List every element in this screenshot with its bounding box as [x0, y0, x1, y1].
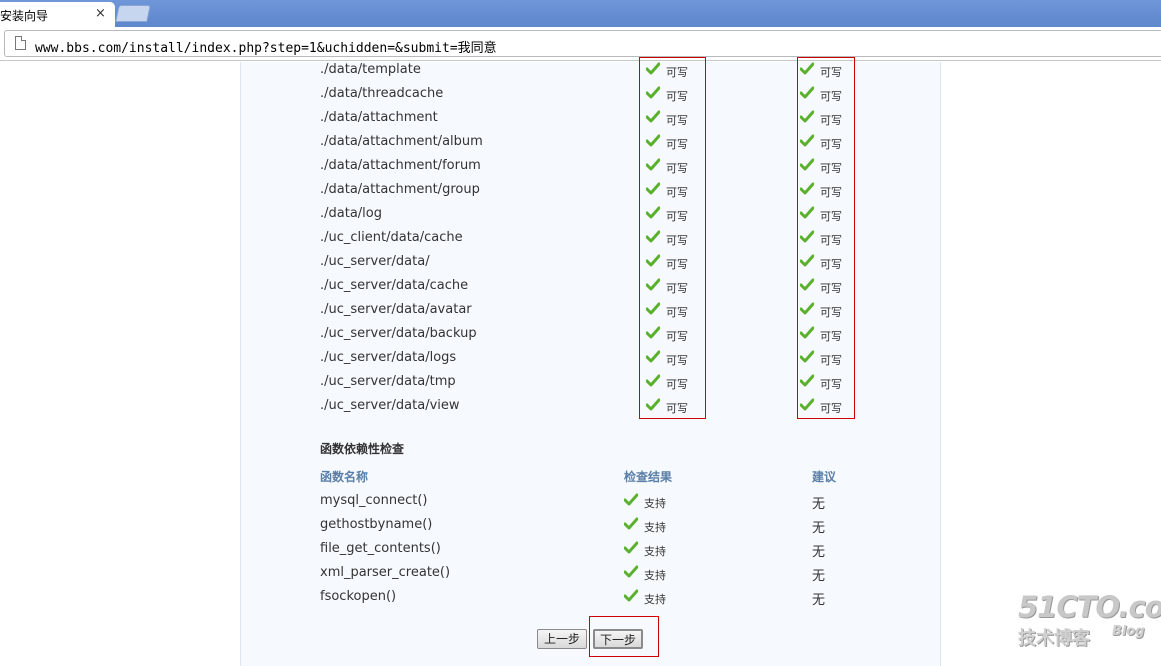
directory-path: ./uc_server/data/avatar — [320, 302, 472, 317]
function-result: 支持 — [624, 565, 666, 587]
check-icon — [624, 589, 638, 602]
watermark-brand: 51CTO.com — [1018, 590, 1161, 624]
directory-path: ./data/attachment/album — [320, 134, 483, 149]
result-text: 支持 — [644, 545, 666, 558]
result-text: 支持 — [644, 497, 666, 510]
header-check-result: 检查结果 — [624, 470, 673, 484]
url-text[interactable]: www.bbs.com/install/index.php?step=1&uch… — [35, 37, 497, 56]
result-text: 支持 — [644, 593, 666, 606]
directory-path: ./data/log — [320, 206, 382, 221]
function-advice: 无 — [812, 593, 826, 608]
browser-toolbar: www.bbs.com/install/index.php?step=1&uch… — [0, 27, 1161, 61]
directory-path: ./data/template — [320, 62, 421, 77]
directory-path: ./uc_server/data/view — [320, 398, 460, 413]
watermark-blog: Blog — [1112, 624, 1145, 639]
check-icon — [624, 541, 638, 554]
watermark-sub: 技术博客 — [1018, 628, 1090, 649]
check-icon — [624, 565, 638, 578]
function-name: mysql_connect() — [320, 493, 428, 508]
header-advice: 建议 — [812, 470, 837, 484]
header-function-name: 函数名称 — [320, 470, 369, 484]
function-advice: 无 — [812, 497, 826, 512]
check-icon — [624, 517, 638, 530]
address-bar[interactable]: www.bbs.com/install/index.php?step=1&uch… — [4, 30, 1161, 57]
function-name: fsockopen() — [320, 589, 397, 604]
directory-path: ./uc_server/data/cache — [320, 278, 469, 293]
directory-path: ./data/threadcache — [320, 86, 444, 101]
function-advice: 无 — [812, 569, 826, 584]
function-check-title: 函数依赖性检查 — [320, 442, 405, 456]
function-result: 支持 — [624, 589, 666, 611]
function-advice: 无 — [812, 545, 826, 560]
directory-path: ./data/attachment — [320, 110, 438, 125]
browser-tab-active[interactable]: 安装向导 × — [0, 2, 115, 27]
function-result: 支持 — [624, 541, 666, 563]
directory-path: ./uc_server/data/backup — [320, 326, 477, 341]
function-result: 支持 — [624, 517, 666, 539]
browser-tab-bar: 安装向导 × — [0, 0, 1161, 27]
directory-path: ./uc_client/data/cache — [320, 230, 463, 245]
directory-path: ./data/attachment/forum — [320, 158, 481, 173]
highlight-box-current — [639, 57, 706, 419]
directory-path: ./uc_server/data/tmp — [320, 374, 456, 389]
function-result: 支持 — [624, 493, 666, 515]
function-name: xml_parser_create() — [320, 565, 451, 580]
tab-close-icon[interactable]: × — [95, 6, 106, 21]
result-text: 支持 — [644, 521, 666, 534]
function-name: file_get_contents() — [320, 541, 441, 556]
directory-path: ./uc_server/data/logs — [320, 350, 457, 365]
check-icon — [624, 493, 638, 506]
directory-path: ./data/attachment/group — [320, 182, 480, 197]
highlight-box-required — [797, 57, 855, 419]
highlight-box-next — [589, 616, 659, 657]
tab-title: 安装向导 — [0, 9, 49, 23]
function-advice: 无 — [812, 521, 826, 536]
result-text: 支持 — [644, 569, 666, 582]
new-tab-button[interactable] — [115, 5, 151, 22]
prev-step-button[interactable]: 上一步 — [537, 629, 587, 649]
directory-path: ./uc_server/data/ — [320, 254, 430, 269]
function-name: gethostbyname() — [320, 517, 433, 532]
page-icon — [15, 36, 26, 50]
